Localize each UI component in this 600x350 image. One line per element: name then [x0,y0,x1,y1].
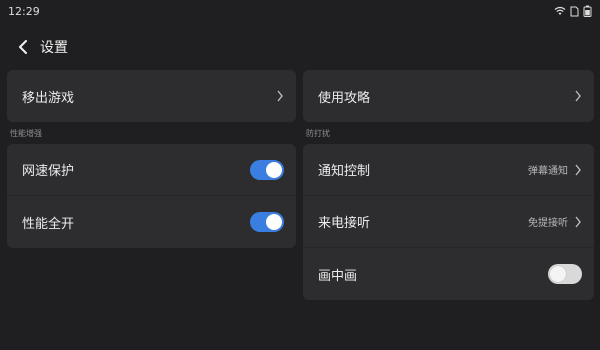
back-button[interactable] [10,34,36,60]
toggle-knob [266,161,282,178]
picture-in-picture-toggle[interactable] [548,264,582,284]
battery-icon [583,5,592,17]
chevron-right-icon [575,90,581,102]
status-time: 12:29 [8,4,40,18]
call-answer-value-group: 免提接听 [528,214,582,229]
call-answer-item[interactable]: 来电接听 免提接听 [303,196,594,248]
call-answer-label: 来电接听 [318,216,371,231]
picture-in-picture-label: 画中画 [318,268,358,284]
left-column: 移出游戏 性能增强 网速保护 性能全开 [7,70,296,248]
status-bar: 12:29 [0,0,600,22]
header: 设置 [0,30,600,64]
page-title: 设置 [40,40,68,56]
sim-card-icon [570,6,579,16]
notification-control-value-group: 弹幕通知 [528,162,582,177]
notification-control-item[interactable]: 通知控制 弹幕通知 [303,144,594,196]
remove-game-item[interactable]: 移出游戏 [7,70,296,122]
network-protection-toggle[interactable] [250,159,284,180]
chevron-right-icon [575,216,581,227]
remove-game-label: 移出游戏 [22,90,75,106]
full-performance-toggle[interactable] [250,212,284,232]
network-protection-item: 网速保护 [7,144,296,196]
usage-guide-item[interactable]: 使用攻略 [303,70,594,122]
status-icons [554,5,592,17]
chevron-right-icon [575,164,581,175]
right-column: 使用攻略 防打扰 通知控制 弹幕通知 来电接听 免提接听 画中画 [303,70,594,300]
notification-control-value: 弹幕通知 [528,166,568,177]
section-label-do-not-disturb: 防打扰 [306,129,330,138]
network-protection-label: 网速保护 [22,164,75,179]
do-not-disturb-card: 通知控制 弹幕通知 来电接听 免提接听 画中画 [303,144,594,300]
guide-card: 使用攻略 [303,70,594,122]
chevron-right-icon [277,90,283,102]
call-answer-value: 免提接听 [528,218,568,229]
wifi-icon [554,6,566,15]
performance-card: 网速保护 性能全开 [7,144,296,248]
picture-in-picture-item: 画中画 [303,248,594,300]
toggle-knob [266,214,282,230]
toggle-knob [550,266,566,282]
full-performance-label: 性能全开 [22,216,75,232]
usage-guide-label: 使用攻略 [318,90,371,106]
section-label-performance: 性能增强 [10,129,42,138]
chevron-left-icon [19,40,27,54]
remove-game-card: 移出游戏 [7,70,296,122]
full-performance-item: 性能全开 [7,196,296,248]
notification-control-label: 通知控制 [318,164,371,179]
